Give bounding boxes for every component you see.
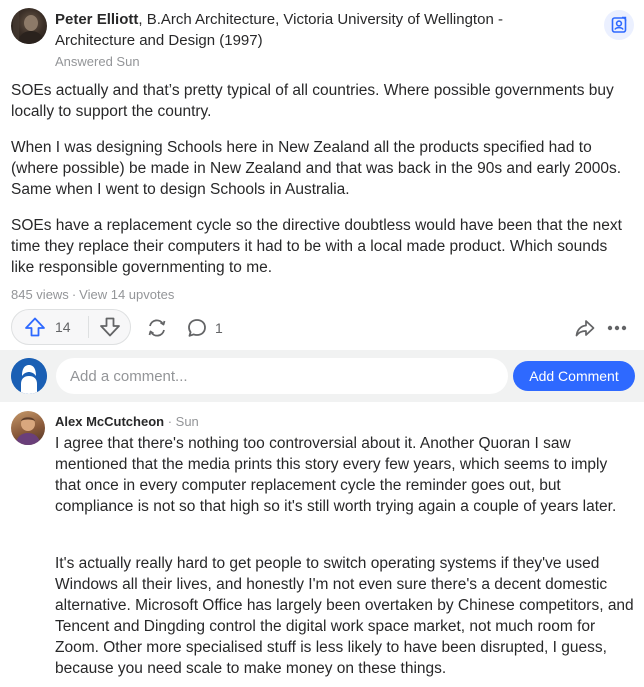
vote-pill: 14: [11, 309, 131, 345]
more-options-button[interactable]: [604, 314, 630, 342]
forward-arrow-icon: [575, 320, 595, 337]
downvote-button[interactable]: [89, 310, 130, 344]
comment-bubble-icon: [188, 319, 206, 337]
commenter-photo: [15, 417, 41, 445]
upvote-arrow-icon: [25, 317, 45, 337]
views-count: 845 views: [11, 287, 69, 302]
comment-paragraph: It's actually really hard to get people …: [55, 555, 634, 677]
answer-paragraph: When I was designing Schools here in New…: [11, 139, 622, 198]
author-name[interactable]: Peter Elliott: [55, 11, 138, 28]
share-button[interactable]: [143, 314, 171, 342]
add-comment-button[interactable]: Add Comment: [513, 361, 635, 391]
downvote-arrow-icon: [99, 317, 120, 337]
commenter-avatar[interactable]: [11, 411, 45, 445]
comment-button[interactable]: 1: [186, 314, 223, 342]
share-cycle-icon: [148, 319, 166, 337]
current-user-avatar[interactable]: [11, 358, 47, 394]
author-line: Peter Elliott, B.Arch Architecture, Vict…: [55, 9, 575, 51]
add-comment-bar: Add Comment: [0, 350, 644, 402]
answer-paragraph: SOEs have a replacement cycle so the dir…: [11, 217, 622, 276]
answered-timestamp[interactable]: Answered Sun: [55, 54, 140, 69]
comment-input[interactable]: [56, 358, 508, 394]
comment-header: Alex McCutcheon · Sun: [55, 414, 199, 429]
comment-time[interactable]: · Sun: [168, 414, 199, 429]
person-badge-icon: [611, 16, 627, 33]
comment-count: 1: [215, 320, 223, 336]
answer-paragraph: SOEs actually and that’s pretty typical …: [11, 82, 614, 120]
author-avatar[interactable]: [11, 8, 47, 44]
upvote-button[interactable]: 14: [12, 310, 88, 344]
answer-stats: 845 views · View 14 upvotes: [11, 287, 174, 302]
comment-paragraph: I agree that there's nothing too controv…: [55, 435, 617, 515]
view-upvotes-link[interactable]: View 14 upvotes: [79, 287, 174, 302]
upvote-count: 14: [55, 319, 71, 335]
comment-author[interactable]: Alex McCutcheon: [55, 414, 164, 429]
more-dots-icon: [607, 325, 627, 331]
default-user-icon: [11, 358, 47, 394]
stats-separator: ·: [71, 287, 77, 302]
forward-button[interactable]: [572, 314, 598, 342]
author-photo: [13, 8, 45, 44]
person-badge-button[interactable]: [604, 10, 634, 40]
